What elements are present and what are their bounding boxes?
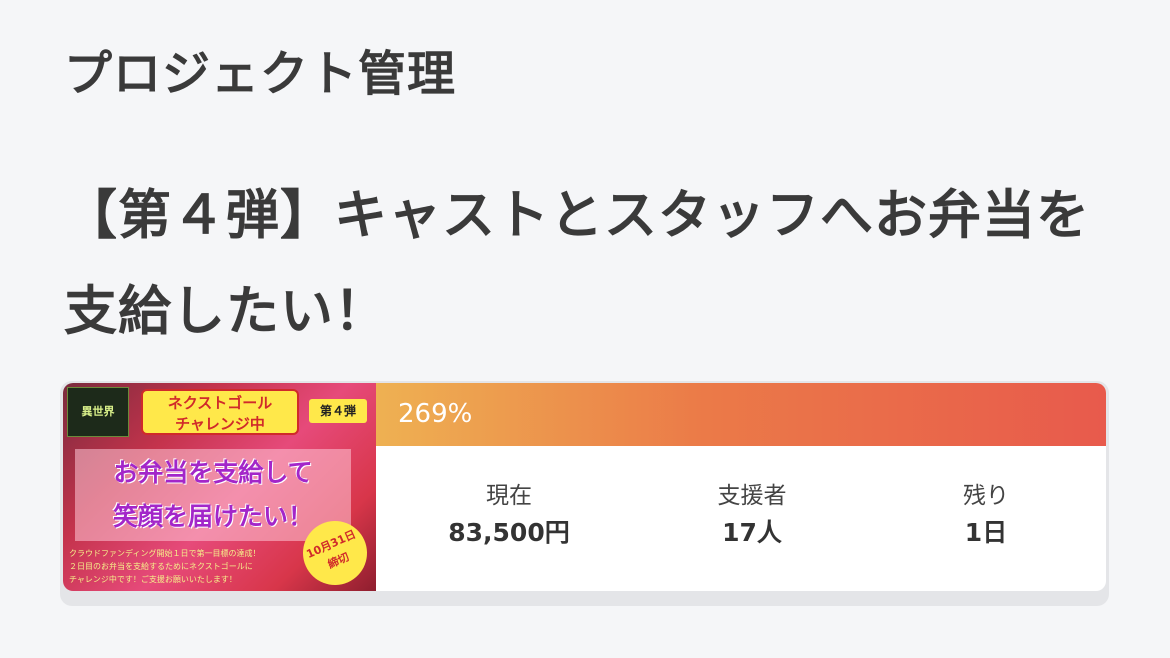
funding-progress-bar: 269% — [376, 383, 1106, 446]
thumbnail-headline-line1: お弁当を支給して — [113, 458, 313, 487]
project-management-page: プロジェクト管理 【第４弾】キャストとスタッフへお弁当を支給したい！ 異世界 ネ… — [0, 0, 1170, 658]
stat-remaining-value: 1日 — [964, 518, 1008, 547]
stat-backers: 支援者 17人 — [632, 480, 872, 554]
thumbnail-note-line2: ２日目のお弁当を支給するためにネクストゴールに — [69, 562, 253, 571]
next-goal-badge-line2: チャレンジ中 — [175, 415, 265, 433]
project-card-body[interactable]: 異世界 ネクストゴール チャレンジ中 第４弾 お弁当を支給して 笑顔を届けたい！… — [63, 383, 1106, 591]
project-card[interactable]: 異世界 ネクストゴール チャレンジ中 第４弾 お弁当を支給して 笑顔を届けたい！… — [60, 381, 1109, 606]
page-title: プロジェクト管理 — [64, 46, 457, 102]
stat-backers-value: 17人 — [722, 518, 782, 547]
thumbnail-note-line1: クラウドファンディング開始１日で第一目標の達成！ — [69, 549, 261, 558]
stat-remaining-label: 残り — [963, 483, 1009, 509]
stat-current-amount: 現在 83,500円 — [389, 480, 629, 554]
thumbnail-note: クラウドファンディング開始１日で第一目標の達成！ ２日目のお弁当を支給するために… — [69, 547, 305, 587]
thumbnail-headline: お弁当を支給して 笑顔を届けたい！ — [75, 449, 351, 541]
volume-badge: 第４弾 — [309, 399, 367, 423]
project-thumbnail[interactable]: 異世界 ネクストゴール チャレンジ中 第４弾 お弁当を支給して 笑顔を届けたい！… — [63, 383, 376, 591]
stat-backers-label: 支援者 — [717, 483, 787, 509]
thumbnail-note-line3: チャレンジ中です！ご支援お願いいたします！ — [69, 575, 237, 584]
project-stats: 現在 83,500円 支援者 17人 残り 1日 — [376, 446, 1106, 591]
thumbnail-logo: 異世界 — [67, 387, 129, 437]
stat-current-label: 現在 — [486, 483, 532, 509]
next-goal-badge: ネクストゴール チャレンジ中 — [141, 389, 299, 435]
funding-progress-percent: 269% — [398, 399, 473, 429]
stat-current-value: 83,500円 — [448, 518, 570, 547]
next-goal-badge-line1: ネクストゴール — [167, 394, 273, 412]
stat-remaining: 残り 1日 — [866, 480, 1106, 554]
project-title[interactable]: 【第４弾】キャストとスタッフへお弁当を支給したい！ — [64, 168, 1104, 360]
